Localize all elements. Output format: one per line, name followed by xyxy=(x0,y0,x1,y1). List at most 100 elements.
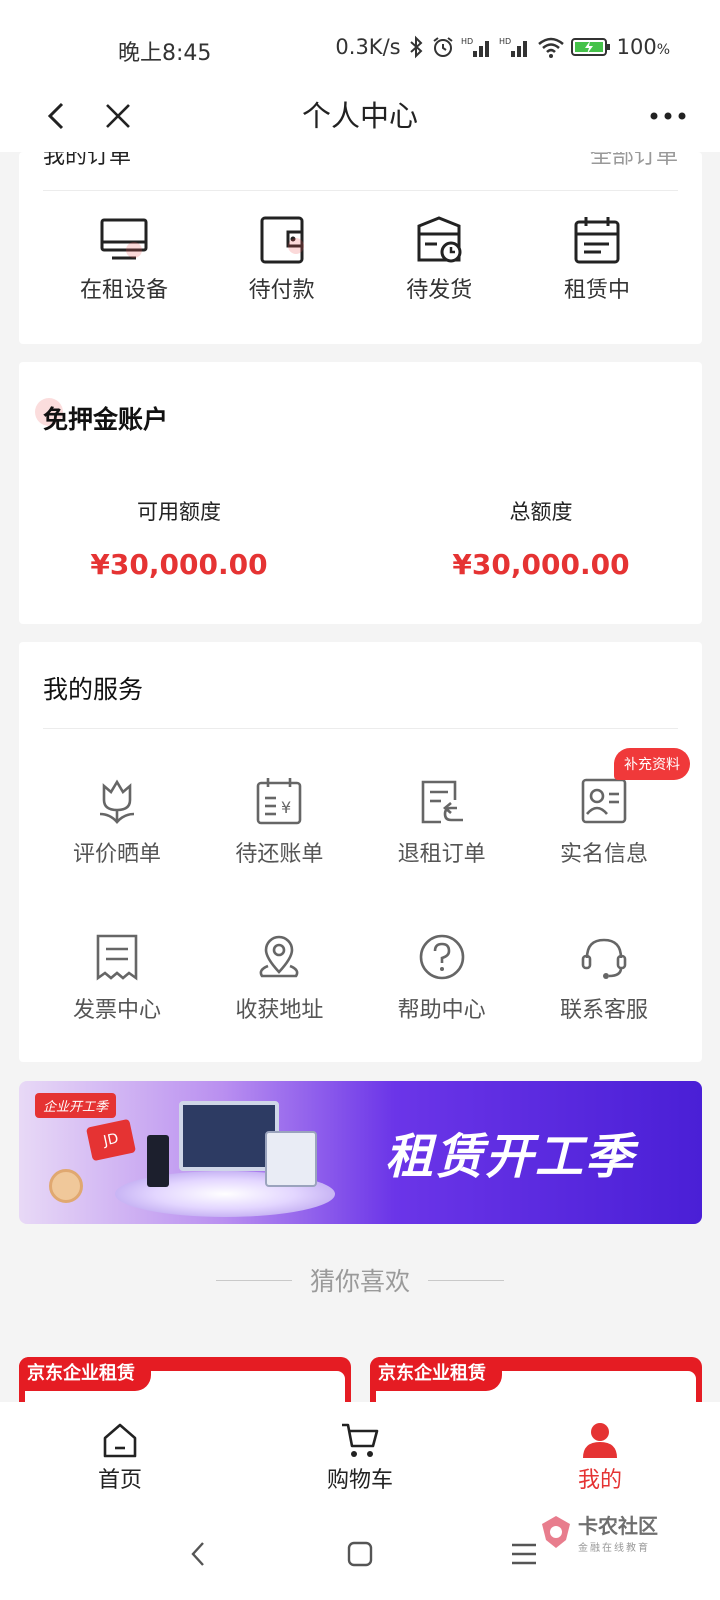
monitor-graphic xyxy=(179,1101,279,1171)
monitor-icon xyxy=(100,218,148,260)
supplement-info-badge[interactable]: 补充资料 xyxy=(613,748,690,780)
service-label: 联系客服 xyxy=(559,998,648,1023)
service-pending-bills[interactable]: ¥ 待还账单 xyxy=(203,776,355,868)
invoice-icon xyxy=(96,934,138,981)
coin-graphic xyxy=(49,1169,83,1203)
nav-label: 购物车 xyxy=(326,1468,393,1493)
nav-label: 我的 xyxy=(577,1468,622,1493)
status-time: 晚上8:45 xyxy=(118,41,212,66)
service-label: 帮助中心 xyxy=(397,998,486,1023)
service-label: 发票中心 xyxy=(72,998,161,1023)
more-button[interactable] xyxy=(644,92,692,140)
order-item-label: 在租设备 xyxy=(79,278,168,303)
alarm-icon xyxy=(432,37,453,57)
divider xyxy=(43,728,678,729)
service-label: 评价晒单 xyxy=(72,842,161,867)
watermark-text: 卡农社区 xyxy=(578,1514,658,1538)
svg-text:HD: HD xyxy=(461,37,473,46)
bill-calendar-icon: ¥ xyxy=(257,778,302,825)
order-item-label: 待付款 xyxy=(248,278,315,303)
banner-text: 租赁开工季 xyxy=(385,1129,636,1185)
cart-icon xyxy=(342,1423,379,1457)
order-item-renting-devices[interactable]: 在租设备 xyxy=(49,214,199,304)
service-label: 待还账单 xyxy=(235,842,324,867)
service-address[interactable]: 收获地址 xyxy=(203,932,355,1024)
orders-card: 我的订单 全部订单 在租设备 待付款 待发货 租赁中 xyxy=(19,152,702,344)
total-credit-value: ¥30,000.00 xyxy=(452,548,630,581)
order-item-label: 租赁中 xyxy=(563,278,630,303)
divider xyxy=(43,190,678,191)
product-tag: 京东企业租赁 xyxy=(370,1357,502,1391)
bottom-nav: 首页 购物车 我的 xyxy=(0,1402,720,1506)
square-icon xyxy=(347,1541,373,1567)
service-contact-support[interactable]: 联系客服 xyxy=(528,932,680,1024)
system-back-button[interactable] xyxy=(174,1530,222,1578)
svg-text:¥: ¥ xyxy=(281,798,291,817)
available-credit: 可用额度 ¥30,000.00 xyxy=(19,496,339,581)
status-bar: 晚上8:45 0.3K/s HD HD 100% xyxy=(0,0,720,80)
service-help-center[interactable]: 帮助中心 xyxy=(366,932,518,1024)
guess-you-like-title: 猜你喜欢 xyxy=(309,1267,410,1296)
guess-you-like-header: 猜你喜欢 xyxy=(0,1262,720,1298)
nav-cart[interactable]: 购物车 xyxy=(240,1402,480,1506)
order-item-pending-payment[interactable]: 待付款 xyxy=(207,214,357,304)
total-credit-label: 总额度 xyxy=(509,500,573,524)
order-item-pending-shipment[interactable]: 待发货 xyxy=(364,214,514,304)
package-clock-icon xyxy=(417,216,462,263)
divider xyxy=(215,1279,292,1281)
nav-home[interactable]: 首页 xyxy=(0,1402,240,1506)
order-item-label: 待发货 xyxy=(406,278,473,303)
jd-badge-graphic: JD xyxy=(85,1118,137,1162)
pc-tower-graphic xyxy=(147,1135,169,1187)
deposit-account-card[interactable]: 免押金账户 可用额度 ¥30,000.00 总额度 ¥30,000.00 xyxy=(19,362,702,624)
more-dots-icon xyxy=(650,112,686,120)
service-label: 收获地址 xyxy=(235,998,324,1023)
calendar-icon xyxy=(574,217,620,264)
services-row: 发票中心 收获地址 帮助中心 联系客服 xyxy=(41,932,680,1024)
order-grid: 在租设备 待付款 待发货 租赁中 xyxy=(49,214,672,304)
services-card: 我的服务 评价晒单 ¥ 待还账单 退租订单 实名信息 补充资料 发票中心 收获地… xyxy=(19,642,702,1062)
services-row: 评价晒单 ¥ 待还账单 退租订单 实名信息 补充资料 xyxy=(41,748,690,868)
bluetooth-icon xyxy=(409,35,423,59)
svg-text:HD: HD xyxy=(499,37,511,46)
status-icons: 0.3K/s HD HD 100% xyxy=(335,35,670,59)
wallet-icon xyxy=(260,216,304,264)
orders-header: 我的订单 全部订单 xyxy=(43,152,678,169)
id-card-icon xyxy=(581,778,627,824)
nav-label: 首页 xyxy=(97,1468,142,1493)
product-tag: 京东企业租赁 xyxy=(19,1357,151,1391)
service-real-name-info[interactable]: 实名信息 补充资料 xyxy=(528,748,690,868)
page-title: 个人中心 xyxy=(301,99,418,133)
order-item-leasing[interactable]: 租赁中 xyxy=(522,214,672,304)
service-label: 退租订单 xyxy=(397,842,486,867)
signal-icon-2: HD xyxy=(499,37,527,57)
service-invoice-center[interactable]: 发票中心 xyxy=(41,932,193,1024)
promo-banner[interactable]: 企业开工季 JD 租赁开工季 xyxy=(19,1081,702,1224)
tulip-icon xyxy=(99,779,135,824)
available-credit-label: 可用额度 xyxy=(137,500,221,524)
printer-graphic xyxy=(265,1131,317,1187)
total-credit: 总额度 ¥30,000.00 xyxy=(381,496,701,581)
watermark: 卡农社区 金融在线教育 xyxy=(540,1510,658,1554)
battery-icon xyxy=(570,38,610,56)
signal-icon: HD xyxy=(461,37,489,57)
nav-mine[interactable]: 我的 xyxy=(480,1402,720,1506)
divider xyxy=(428,1279,504,1281)
service-review[interactable]: 评价晒单 xyxy=(41,776,193,868)
service-label: 实名信息 xyxy=(559,842,648,867)
net-speed: 0.3K/s xyxy=(335,35,401,59)
system-home-button[interactable] xyxy=(336,1530,384,1578)
chevron-left-icon xyxy=(191,1542,204,1566)
home-icon xyxy=(103,1423,137,1458)
all-orders-link[interactable]: 全部订单 xyxy=(590,152,678,169)
battery-level: 100% xyxy=(616,35,670,59)
service-return-orders[interactable]: 退租订单 xyxy=(366,776,518,868)
menu-lines-icon xyxy=(512,1543,536,1565)
wifi-icon xyxy=(537,37,564,58)
return-order-icon xyxy=(421,780,463,824)
watermark-logo-icon xyxy=(542,1516,570,1548)
help-circle-icon xyxy=(419,934,464,980)
watermark-subtext: 金融在线教育 xyxy=(578,1543,650,1554)
banner-tag: 企业开工季 xyxy=(35,1093,117,1118)
headset-icon xyxy=(581,938,627,979)
